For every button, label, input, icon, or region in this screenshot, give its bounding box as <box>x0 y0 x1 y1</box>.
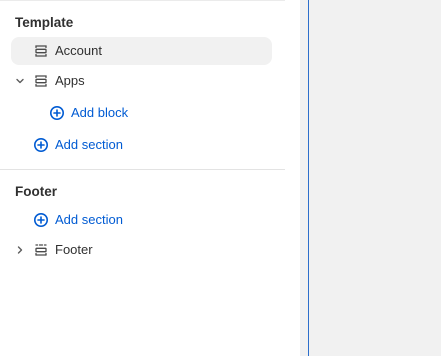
plus-circle-icon <box>33 212 49 228</box>
add-section-label: Add section <box>55 137 123 152</box>
tree-item-footer[interactable]: Footer <box>11 236 272 264</box>
add-section-button-footer[interactable]: Add section <box>33 206 213 234</box>
tree-item-account[interactable]: Account <box>11 37 272 65</box>
tree-item-apps[interactable]: Apps <box>11 67 272 95</box>
panel-gutter <box>285 0 300 356</box>
chevron-down-icon[interactable] <box>13 73 27 89</box>
template-heading: Template <box>15 15 74 30</box>
footer-heading: Footer <box>15 184 57 199</box>
section-icon <box>33 43 49 59</box>
section-divider <box>0 169 285 170</box>
add-section-button-template[interactable]: Add section <box>33 131 213 159</box>
editor-sidebar: Template Account Apps Add block Add sect… <box>0 0 285 356</box>
sidebar-top-border <box>0 0 285 1</box>
preview-canvas[interactable] <box>308 0 441 356</box>
plus-circle-icon <box>49 105 65 121</box>
chevron-right-icon[interactable] <box>13 242 27 258</box>
plus-circle-icon <box>33 137 49 153</box>
section-icon <box>33 73 49 89</box>
tree-item-label: Footer <box>55 242 93 257</box>
add-block-label: Add block <box>71 105 129 120</box>
add-block-button[interactable]: Add block <box>49 99 229 127</box>
tree-item-label: Apps <box>55 73 85 88</box>
add-section-label: Add section <box>55 212 123 227</box>
section-dashed-icon <box>33 242 49 258</box>
tree-item-label: Account <box>55 43 102 58</box>
